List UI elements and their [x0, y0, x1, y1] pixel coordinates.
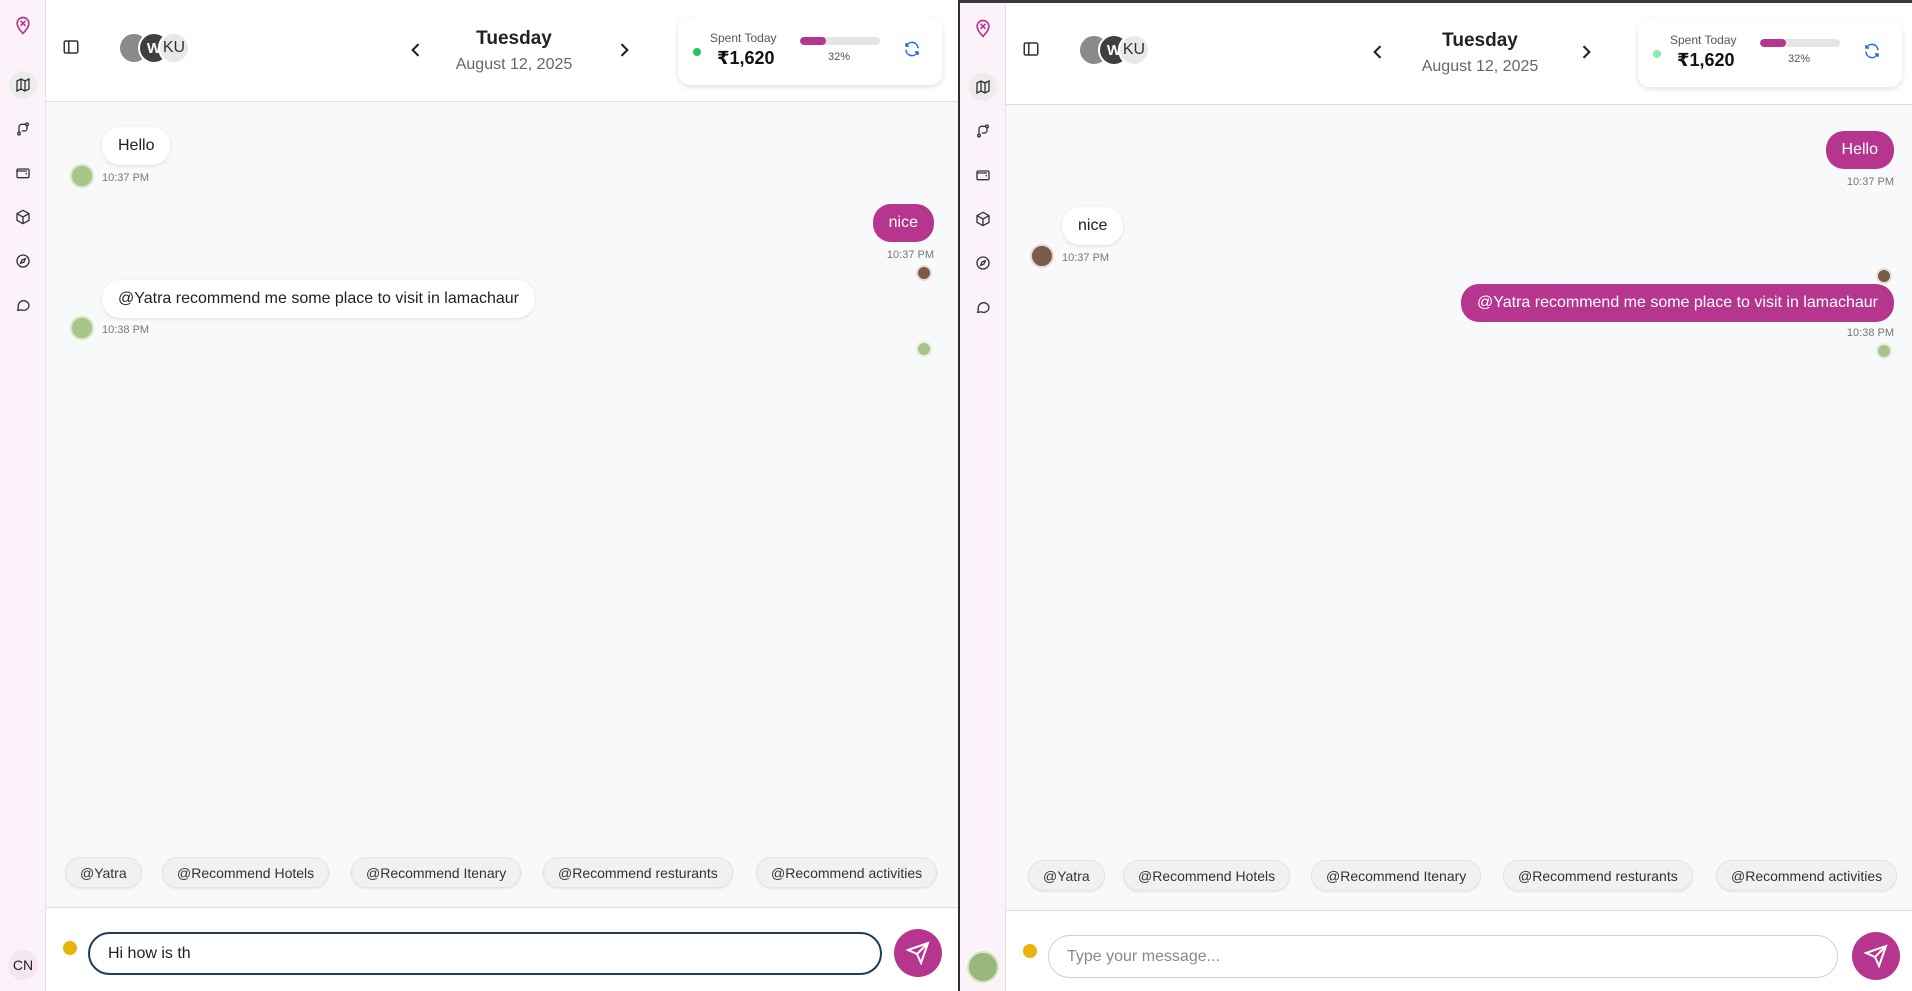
online-status-dot — [693, 48, 701, 56]
sidebar-toggle-icon[interactable] — [60, 36, 82, 58]
message-time: 10:37 PM — [102, 172, 150, 184]
chip-recommend-hotels[interactable]: @Recommend Hotels — [162, 857, 330, 888]
send-button[interactable] — [1852, 932, 1900, 980]
message-input[interactable] — [1048, 935, 1838, 978]
quick-prompt-chips: @Yatra @Recommend Hotels @Recommend Iten… — [0, 857, 958, 889]
spent-amount: ₹1,620 — [717, 48, 775, 68]
spent-today-card: Spent Today ₹1,620 32% — [678, 17, 942, 85]
map-icon[interactable] — [969, 73, 997, 101]
chat-header: W KU Tuesday August 12, 2025 Spent Today… — [1006, 3, 1912, 105]
chip-recommend-resturants[interactable]: @Recommend resturants — [1503, 860, 1693, 891]
user-initials-avatar[interactable]: CN — [8, 950, 38, 980]
chat-window-right: W KU Tuesday August 12, 2025 Spent Today… — [960, 0, 1912, 991]
chip-recommend-itenary[interactable]: @Recommend Itenary — [1311, 860, 1482, 891]
package-icon[interactable] — [969, 205, 997, 233]
user-avatar[interactable] — [967, 951, 999, 983]
status-dot — [1023, 944, 1037, 958]
chip-yatra[interactable]: @Yatra — [65, 857, 142, 888]
spent-today-card: Spent Today ₹1,620 32% — [1638, 19, 1902, 87]
date-label: August 12, 2025 — [1421, 58, 1539, 75]
message-time: 10:37 PM — [1062, 252, 1110, 264]
date-navigator: Tuesday August 12, 2025 — [1350, 28, 1610, 78]
chevron-right-icon[interactable] — [1574, 40, 1598, 64]
compass-icon[interactable] — [969, 249, 997, 277]
package-icon[interactable] — [9, 203, 37, 231]
avatar — [1030, 244, 1054, 268]
message-time: 10:38 PM — [1846, 327, 1894, 339]
chat-icon[interactable] — [9, 291, 37, 319]
status-dot — [63, 941, 77, 955]
day-label: Tuesday — [1442, 30, 1518, 51]
message-bubble: Hello — [1825, 131, 1894, 169]
refresh-icon[interactable] — [902, 39, 922, 59]
chip-yatra[interactable]: @Yatra — [1028, 860, 1105, 891]
refresh-icon[interactable] — [1862, 41, 1882, 61]
message-bubble: Hello — [102, 127, 171, 165]
chip-recommend-resturants[interactable]: @Recommend resturants — [543, 857, 733, 888]
date-navigator: Tuesday August 12, 2025 — [384, 26, 644, 76]
quick-prompt-chips: @Yatra @Recommend Hotels @Recommend Iten… — [960, 860, 1912, 892]
avatar — [70, 164, 94, 188]
compass-icon[interactable] — [9, 247, 37, 275]
spent-progress-fill — [800, 37, 826, 45]
chip-recommend-activities[interactable]: @Recommend activities — [756, 857, 938, 888]
send-icon — [906, 941, 930, 965]
sidebar-toggle-icon[interactable] — [1020, 38, 1042, 60]
message-time: 10:38 PM — [102, 324, 150, 336]
wallet-icon[interactable] — [9, 159, 37, 187]
wallet-icon[interactable] — [969, 161, 997, 189]
logo-pin-icon[interactable] — [9, 11, 37, 39]
avatar: KU — [1118, 34, 1150, 66]
map-icon[interactable] — [9, 71, 37, 99]
chip-recommend-itenary[interactable]: @Recommend Itenary — [351, 857, 522, 888]
spent-progress-bar — [800, 37, 880, 45]
route-icon[interactable] — [969, 117, 997, 145]
message-composer — [46, 907, 958, 991]
message-input[interactable] — [88, 932, 882, 975]
spent-progress-bar — [1760, 39, 1840, 47]
message-bubble: @Yatra recommend me some place to visit … — [1461, 284, 1894, 322]
chat-icon[interactable] — [969, 293, 997, 321]
nav-rail: CN — [0, 0, 46, 991]
spent-percent: 32% — [1788, 53, 1811, 65]
route-icon[interactable] — [9, 115, 37, 143]
message-time: 10:37 PM — [886, 249, 934, 261]
chat-window-left: CN W KU Tuesday August 12, 2025 Spent To… — [0, 0, 958, 991]
spent-label: Spent Today — [710, 31, 777, 45]
avatar — [916, 341, 932, 357]
nav-rail — [960, 3, 1006, 991]
chat-header: W KU Tuesday August 12, 2025 Spent Today… — [46, 0, 958, 102]
avatar — [70, 316, 94, 340]
spent-progress-fill — [1760, 39, 1786, 47]
chip-recommend-hotels[interactable]: @Recommend Hotels — [1123, 860, 1291, 891]
spent-percent: 32% — [828, 51, 851, 63]
send-button[interactable] — [894, 929, 942, 977]
spent-label: Spent Today — [1670, 33, 1737, 47]
chip-recommend-activities[interactable]: @Recommend activities — [1716, 860, 1898, 891]
send-icon — [1864, 944, 1888, 968]
spent-amount: ₹1,620 — [1677, 50, 1735, 70]
day-label: Tuesday — [476, 28, 552, 49]
avatar — [916, 265, 932, 281]
message-bubble: @Yatra recommend me some place to visit … — [102, 280, 535, 318]
logo-pin-icon[interactable] — [969, 14, 997, 42]
avatar: KU — [158, 32, 190, 64]
chevron-right-icon[interactable] — [612, 38, 636, 62]
online-status-dot — [1653, 50, 1661, 58]
date-label: August 12, 2025 — [455, 56, 573, 73]
message-composer — [1006, 910, 1912, 991]
message-time: 10:37 PM — [1846, 176, 1894, 188]
avatar — [1876, 343, 1892, 359]
avatar — [1876, 268, 1892, 284]
message-bubble: nice — [872, 204, 934, 242]
message-bubble: nice — [1062, 207, 1124, 245]
